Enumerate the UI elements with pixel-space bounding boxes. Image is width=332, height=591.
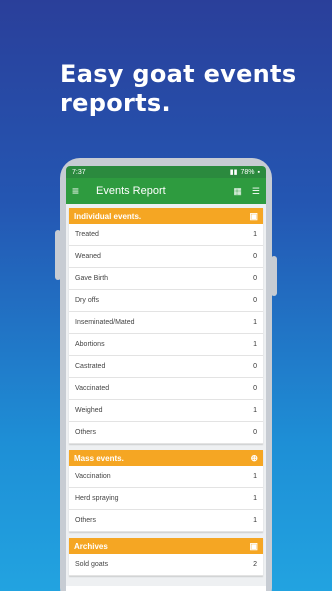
individual-events-section: Individual events. ▣ Treated 1 Weaned 0 Gave…: [69, 208, 263, 444]
list-item[interactable]: Inseminated/Mated 1: [69, 312, 263, 334]
section-header: Archives ▣: [69, 538, 263, 554]
promo-headline: Easy goat events reports.: [60, 60, 296, 118]
list-item[interactable]: Others 1: [69, 510, 263, 532]
list-item[interactable]: Treated 1: [69, 224, 263, 246]
list-item[interactable]: Dry offs 0: [69, 290, 263, 312]
status-bar: 7:37 ▮▮ 78% ▪: [66, 166, 266, 178]
item-label: Castrated: [75, 363, 106, 370]
item-label: Vaccination: [75, 473, 111, 480]
section-title: Individual events.: [74, 211, 142, 221]
headline-line-2: reports.: [60, 89, 171, 117]
section-title: Mass events.: [74, 453, 124, 463]
list-item[interactable]: Sold goats 2: [69, 554, 263, 576]
report-icon[interactable]: ▦: [233, 186, 242, 197]
battery-icon: ▪: [257, 168, 260, 176]
item-count: 0: [253, 429, 257, 436]
item-count: 2: [253, 561, 257, 568]
phone-side-button: [271, 256, 277, 296]
section-title: Archives: [74, 541, 108, 551]
item-label: Gave Birth: [75, 275, 109, 282]
list-item[interactable]: Vaccinated 0: [69, 378, 263, 400]
item-count: 0: [253, 385, 257, 392]
signal-icon: ▮▮: [229, 169, 238, 176]
crosshair-icon[interactable]: ⊕: [250, 453, 258, 464]
item-label: Weaned: [75, 253, 101, 260]
item-count: 1: [253, 341, 257, 348]
item-label: Inseminated/Mated: [75, 319, 135, 326]
item-label: Vaccinated: [75, 385, 110, 392]
item-count: 1: [253, 407, 257, 414]
list-item[interactable]: Others 0: [69, 422, 263, 444]
phone-screen: 7:37 ▮▮ 78% ▪ ≡ Events Report ▦ ☰ Indivi…: [66, 166, 266, 591]
item-count: 1: [253, 495, 257, 502]
item-label: Herd spraying: [75, 495, 119, 502]
item-count: 1: [253, 473, 257, 480]
item-label: Sold goats: [75, 561, 109, 568]
app-bar: ≡ Events Report ▦ ☰: [66, 178, 266, 204]
mass-events-section: Mass events. ⊕ Vaccination 1 Herd spraying…: [69, 450, 263, 532]
item-label: Weighed: [75, 407, 103, 414]
report-content: Individual events. ▣ Treated 1 Weaned 0 Gave…: [66, 204, 266, 586]
list-item[interactable]: Castrated 0: [69, 356, 263, 378]
item-label: Dry offs: [75, 297, 99, 304]
item-count: 0: [253, 297, 257, 304]
battery-text: 78%: [240, 168, 255, 176]
item-label: Others: [75, 429, 97, 436]
item-count: 1: [253, 231, 257, 238]
item-count: 0: [253, 275, 257, 282]
item-count: 1: [253, 319, 257, 326]
status-time: 7:37: [72, 168, 86, 176]
item-label: Abortions: [75, 341, 105, 348]
section-header: Individual events. ▣: [69, 208, 263, 224]
list-item[interactable]: Herd spraying 1: [69, 488, 263, 510]
phone-frame: 7:37 ▮▮ 78% ▪ ≡ Events Report ▦ ☰ Indivi…: [55, 158, 277, 591]
list-item[interactable]: Gave Birth 0: [69, 268, 263, 290]
page-title: Events Report: [96, 185, 166, 197]
filter-icon[interactable]: ☰: [252, 186, 260, 197]
archive-icon[interactable]: ▣: [249, 541, 258, 552]
item-count: 1: [253, 517, 257, 524]
archives-section: Archives ▣ Sold goats 2: [69, 538, 263, 576]
phone-side-button: [55, 230, 61, 280]
list-item[interactable]: Weaned 0: [69, 246, 263, 268]
calendar-icon[interactable]: ▣: [249, 211, 258, 222]
item-label: Others: [75, 517, 97, 524]
section-header: Mass events. ⊕: [69, 450, 263, 466]
list-item[interactable]: Weighed 1: [69, 400, 263, 422]
item-label: Treated: [75, 231, 99, 238]
item-count: 0: [253, 253, 257, 260]
item-count: 0: [253, 363, 257, 370]
hamburger-icon[interactable]: ≡: [72, 184, 88, 198]
list-item[interactable]: Vaccination 1: [69, 466, 263, 488]
list-item[interactable]: Abortions 1: [69, 334, 263, 356]
headline-line-1: Easy goat events: [60, 60, 297, 88]
